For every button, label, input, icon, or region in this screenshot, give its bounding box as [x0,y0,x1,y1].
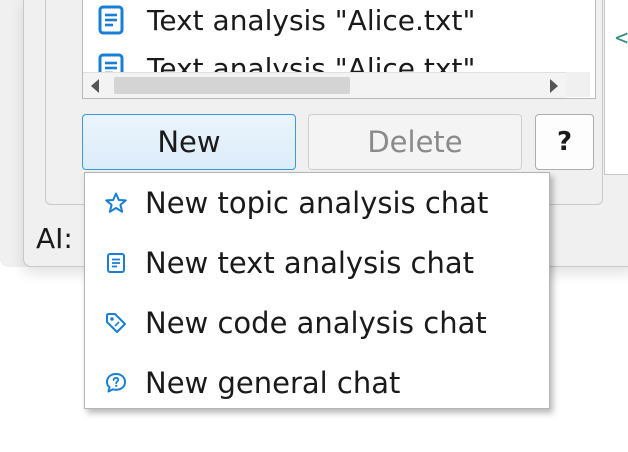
star-icon [103,190,129,216]
delete-button[interactable]: Delete [308,114,522,170]
list-item[interactable]: Text analysis "Alice.txt" [95,0,475,42]
document-icon [98,5,124,35]
document-icon [103,250,129,276]
horizontal-scrollbar[interactable] [83,72,566,98]
new-button[interactable]: New [82,114,296,170]
ai-label: AI: [36,222,73,255]
menu-item-new-code-analysis-chat[interactable]: New code analysis chat [85,295,549,351]
menu-item-new-text-analysis-chat[interactable]: New text analysis chat [85,235,549,291]
chat-list[interactable]: Text analysis "Alice.txt" Text analysis … [82,0,596,99]
help-button[interactable]: ? [535,114,594,170]
menu-item-label: New code analysis chat [145,306,487,340]
menu-item-label: New topic analysis chat [145,186,489,220]
scroll-left-arrow-icon[interactable] [91,79,99,93]
menu-item-new-general-chat[interactable]: New general chat [85,355,549,411]
preview-pane: < [604,0,628,175]
menu-item-new-topic-analysis-chat[interactable]: New topic analysis chat [85,175,549,231]
scrollbar-corner [566,72,590,97]
new-chat-menu: New topic analysis chat New text analysi… [84,172,550,409]
scrollbar-thumb[interactable] [114,77,350,94]
tag-icon [103,310,129,336]
menu-item-label: New text analysis chat [145,246,475,280]
help-chat-icon [103,370,129,396]
preview-glyph: < [615,26,628,51]
list-item-label: Text analysis "Alice.txt" [147,3,476,37]
menu-item-label: New general chat [145,366,401,400]
scroll-right-arrow-icon[interactable] [550,79,558,93]
